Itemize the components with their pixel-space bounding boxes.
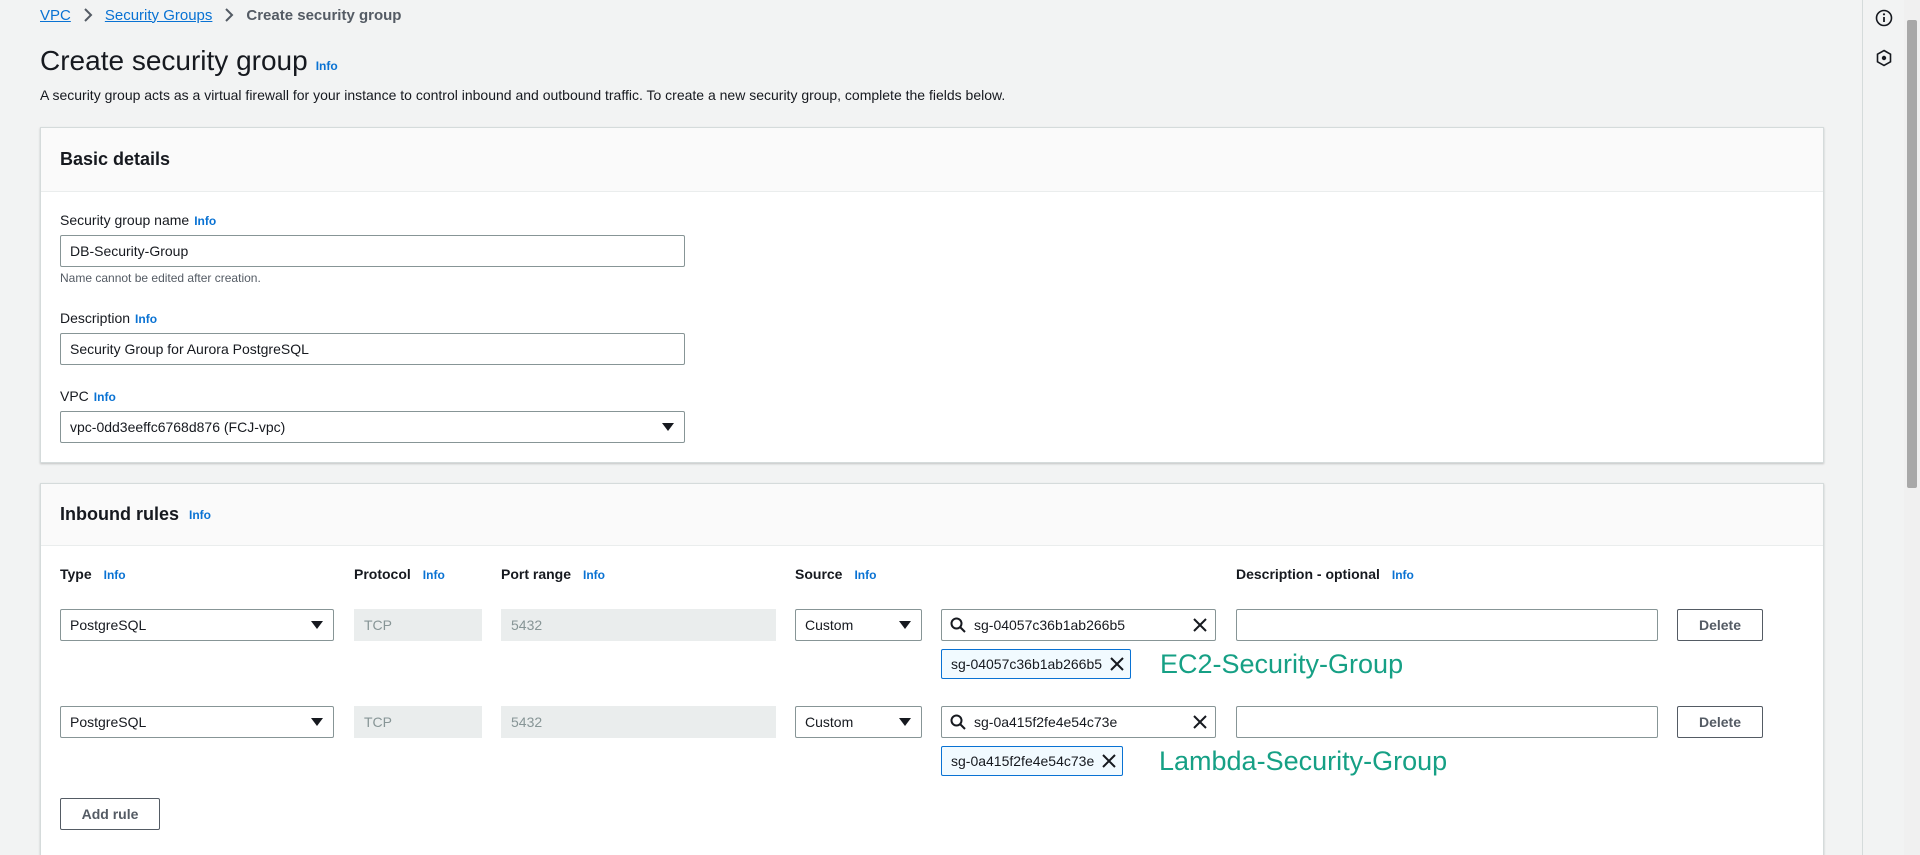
description-label: Description Info — [60, 310, 157, 326]
rule-1-port: 5432 — [501, 609, 776, 641]
col-source: Source Info — [795, 566, 876, 582]
description-value: Security Group for Aurora PostgreSQL — [70, 341, 309, 357]
caret-down-icon — [662, 423, 674, 431]
col-type-info-link[interactable]: Info — [104, 568, 126, 582]
breadcrumb: VPC Security Groups Create security grou… — [40, 5, 401, 25]
description-label-text: Description — [60, 310, 131, 326]
sg-name-label-text: Security group name — [60, 212, 190, 228]
scrollbar-thumb[interactable] — [1907, 20, 1917, 488]
caret-down-icon — [311, 718, 323, 726]
col-protocol-text: Protocol — [354, 566, 411, 582]
page-title-text: Create security group — [40, 45, 308, 76]
rule-2-source-search[interactable]: sg-0a415f2fe4e54c73e — [941, 706, 1216, 738]
inbound-rules-title: Inbound rules — [60, 504, 179, 524]
rule-2-description-input[interactable] — [1236, 706, 1658, 738]
vpc-label-text: VPC — [60, 388, 89, 404]
rule-2-type-select[interactable]: PostgreSQL — [60, 706, 334, 738]
sg-name-info-link[interactable]: Info — [194, 214, 216, 228]
col-type: Type Info — [60, 566, 126, 582]
sg-name-label: Security group name Info — [60, 212, 216, 228]
sg-name-input[interactable]: DB-Security-Group — [60, 235, 685, 267]
inbound-rules-header: Inbound rules Info — [41, 484, 1823, 546]
rule-2-protocol-value: TCP — [364, 714, 392, 730]
rule-2-protocol: TCP — [354, 706, 482, 738]
right-tools-rail — [1862, 0, 1904, 855]
basic-details-header: Basic details — [41, 128, 1823, 192]
rule-1-search-value: sg-04057c36b1ab266b5 — [974, 617, 1126, 633]
col-type-text: Type — [60, 566, 92, 582]
caret-down-icon — [899, 718, 911, 726]
search-icon — [950, 714, 966, 730]
description-input[interactable]: Security Group for Aurora PostgreSQL — [60, 333, 685, 365]
caret-down-icon — [311, 621, 323, 629]
rule-1-source-search[interactable]: sg-04057c36b1ab266b5 — [941, 609, 1216, 641]
breadcrumb-vpc[interactable]: VPC — [40, 7, 71, 24]
rule-1-source-token: sg-04057c36b1ab266b5 — [941, 649, 1132, 679]
rule-2-source-select[interactable]: Custom — [795, 706, 922, 738]
close-icon[interactable] — [1102, 754, 1116, 768]
page-scrollbar[interactable] — [1904, 0, 1920, 855]
breadcrumb-security-groups[interactable]: Security Groups — [105, 7, 213, 24]
rule-2-annotation: Lambda-Security-Group — [1159, 746, 1448, 776]
rule-2-source-token: sg-0a415f2fe4e54c73e — [941, 746, 1124, 776]
close-icon[interactable] — [1193, 715, 1207, 729]
rule-1-delete-button[interactable]: Delete — [1677, 609, 1763, 641]
col-description-text: Description - optional — [1236, 566, 1380, 582]
basic-details-title: Basic details — [60, 149, 171, 169]
rule-1-description-input[interactable] — [1236, 609, 1658, 641]
col-description: Description - optional Info — [1236, 566, 1414, 582]
rule-2-type-value: PostgreSQL — [70, 714, 147, 730]
rule-1-type-value: PostgreSQL — [70, 617, 147, 633]
sg-name-hint: Name cannot be edited after creation. — [60, 271, 261, 285]
rule-2-source-value: Custom — [805, 714, 854, 730]
rule-1-token-text: sg-04057c36b1ab266b5 — [951, 656, 1103, 672]
breadcrumb-current: Create security group — [246, 6, 402, 24]
chevron-right-icon — [224, 8, 234, 22]
page-info-link[interactable]: Info — [316, 59, 338, 73]
rule-1-source-value: Custom — [805, 617, 854, 633]
rule-1-protocol: TCP — [354, 609, 482, 641]
col-port-range: Port range Info — [501, 566, 605, 582]
close-icon[interactable] — [1110, 657, 1124, 671]
inbound-rules-panel: Inbound rules Info Type Info Protocol In… — [40, 483, 1824, 855]
vpc-label: VPC Info — [60, 388, 116, 404]
hexagon-icon[interactable] — [1875, 49, 1893, 67]
col-source-info-link[interactable]: Info — [854, 568, 876, 582]
rule-2-token-text: sg-0a415f2fe4e54c73e — [951, 753, 1095, 769]
col-protocol: Protocol Info — [354, 566, 445, 582]
col-protocol-info-link[interactable]: Info — [423, 568, 445, 582]
col-source-text: Source — [795, 566, 843, 582]
description-info-link[interactable]: Info — [135, 312, 157, 326]
basic-details-panel: Basic details Security group name Info D… — [40, 127, 1824, 463]
search-icon — [950, 617, 966, 633]
rule-1-protocol-value: TCP — [364, 617, 392, 633]
rule-2-port: 5432 — [501, 706, 776, 738]
page-description: A security group acts as a virtual firew… — [40, 87, 1006, 103]
add-rule-button[interactable]: Add rule — [60, 798, 160, 830]
inbound-rules-info-link[interactable]: Info — [189, 508, 211, 522]
vpc-select-value: vpc-0dd3eeffc6768d876 (FCJ-vpc) — [70, 419, 286, 435]
col-port-range-text: Port range — [501, 566, 572, 582]
col-port-range-info-link[interactable]: Info — [583, 568, 605, 582]
rule-2-delete-button[interactable]: Delete — [1677, 706, 1763, 738]
rule-1-port-value: 5432 — [511, 617, 543, 633]
col-description-info-link[interactable]: Info — [1392, 568, 1414, 582]
info-circle-icon[interactable] — [1875, 9, 1893, 27]
close-icon[interactable] — [1193, 618, 1207, 632]
rule-1-annotation: EC2-Security-Group — [1160, 649, 1404, 679]
vpc-info-link[interactable]: Info — [94, 390, 116, 404]
chevron-right-icon — [83, 8, 93, 22]
vpc-select[interactable]: vpc-0dd3eeffc6768d876 (FCJ-vpc) — [60, 411, 685, 443]
rule-2-port-value: 5432 — [511, 714, 543, 730]
page-title: Create security group Info — [40, 45, 338, 77]
rule-1-type-select[interactable]: PostgreSQL — [60, 609, 334, 641]
caret-down-icon — [899, 621, 911, 629]
rule-2-search-value: sg-0a415f2fe4e54c73e — [974, 714, 1118, 730]
sg-name-value: DB-Security-Group — [70, 243, 189, 259]
rule-1-source-select[interactable]: Custom — [795, 609, 922, 641]
